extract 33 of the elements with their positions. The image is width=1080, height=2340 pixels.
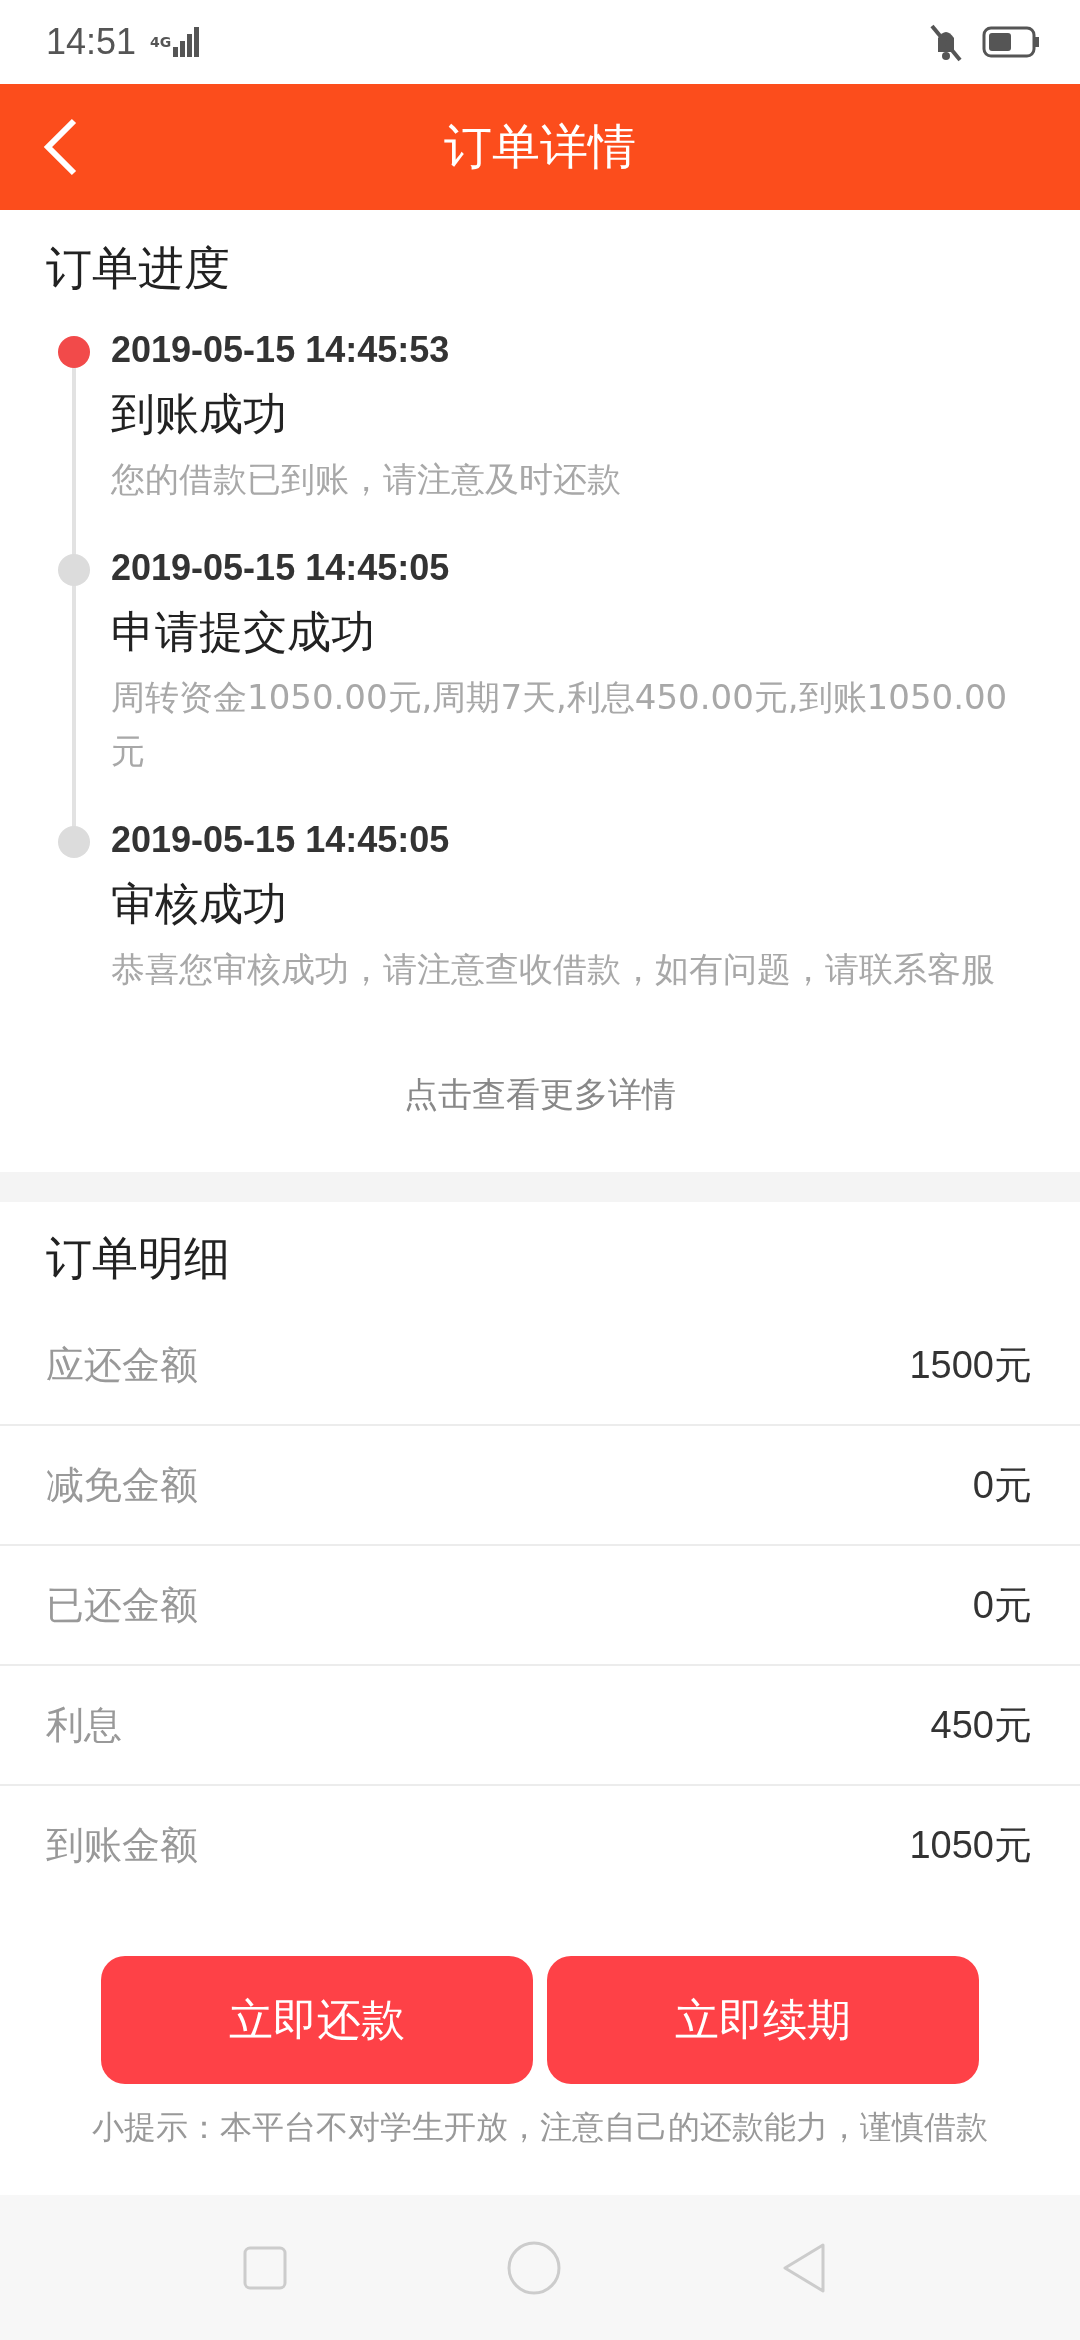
tip-text: 小提示：本平台不对学生开放，注意自己的还款能力，谨慎借款: [91, 2107, 989, 2148]
detail-label: 已还金额: [46, 1581, 198, 1629]
event-title: 到账成功: [111, 387, 288, 441]
action-button[interactable]: 立即还款: [101, 1956, 533, 2084]
detail-label: 到账金额: [46, 1821, 198, 1869]
detail-label: 利息: [46, 1701, 122, 1749]
event-time: 2019-05-15 14:45:05: [111, 546, 451, 590]
event-time: 2019-05-15 14:45:05: [111, 818, 451, 862]
detail-label: 应还金额: [46, 1341, 198, 1389]
detail-value: 450元: [930, 1702, 1032, 1748]
detail-value: 0元: [972, 1582, 1032, 1628]
clock-time: 14:51: [46, 21, 137, 63]
back-icon[interactable]: [781, 2241, 827, 2294]
event-description: 周转资金1050.00元,周期7天,利息450.00元,到账1050.00元: [111, 676, 1009, 773]
home-icon[interactable]: [507, 2240, 561, 2295]
event-title: 申请提交成功: [111, 605, 376, 659]
detail-label: 减免金额: [46, 1461, 198, 1509]
event-title: 审核成功: [111, 877, 288, 931]
action-button[interactable]: 立即续期: [547, 1956, 979, 2084]
detail-value: 1050元: [909, 1822, 1032, 1868]
section-title: 订单明细: [45, 1230, 231, 1287]
recent-apps-icon[interactable]: [243, 2245, 287, 2290]
event-description: 恭喜您审核成功，请注意查收借款，如有问题，请联系客服: [111, 948, 996, 991]
detail-value: 1500元: [909, 1342, 1032, 1388]
event-time: 2019-05-15 14:45:53: [111, 328, 451, 372]
detail-value: 0元: [972, 1462, 1032, 1508]
event-description: 您的借款已到账，请注意及时还款: [111, 458, 622, 501]
network-type: 4G: [150, 34, 172, 50]
page-title: 订单详情: [444, 117, 636, 176]
battery-icon: [982, 26, 1040, 58]
signal-icon: [173, 27, 200, 57]
more-details-link[interactable]: 点击查看更多详情: [404, 1052, 676, 1138]
section-title: 订单进度: [46, 240, 231, 297]
